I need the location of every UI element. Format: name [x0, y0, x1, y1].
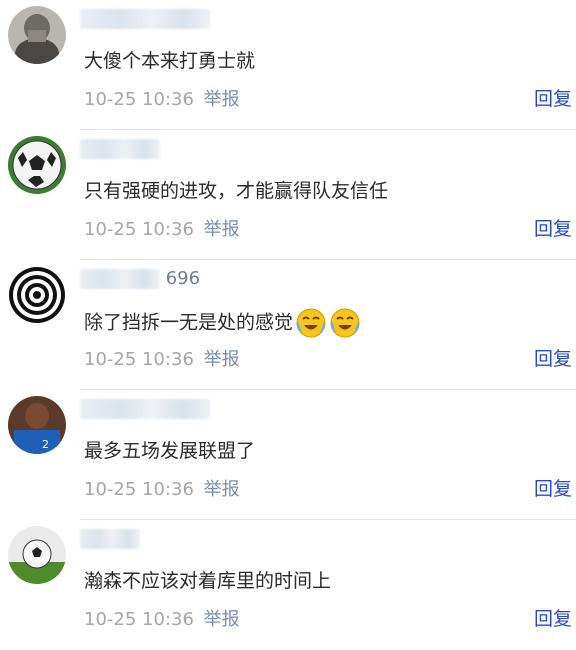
user-avatar[interactable] — [8, 136, 66, 194]
timestamp: 10-25 10:36 — [84, 349, 194, 370]
report-link[interactable]: 举报 — [204, 479, 240, 500]
reply-button[interactable]: 回复 — [534, 217, 572, 241]
username[interactable]: 696 — [80, 268, 200, 290]
comment-meta: 10-25 10:36 举报 — [84, 218, 240, 242]
crying-laughing-emoji-icon — [295, 307, 327, 339]
comment-text: 只有强硬的进攻，才能赢得队友信任 — [84, 180, 389, 202]
timestamp: 10-25 10:36 — [84, 479, 194, 500]
username[interactable] — [80, 8, 210, 30]
comment-item: 2 最多五场发展联盟了 10-25 10:36 举报 回复 — [0, 390, 576, 520]
user-avatar[interactable] — [8, 526, 66, 584]
report-link[interactable]: 举报 — [204, 609, 240, 630]
reply-button[interactable]: 回复 — [534, 607, 572, 631]
timestamp: 10-25 10:36 — [84, 219, 194, 240]
comment-text: 除了挡拆一无是处的感觉 — [84, 307, 361, 339]
svg-text:2: 2 — [42, 438, 49, 451]
comment-meta: 10-25 10:36 举报 — [84, 88, 240, 112]
username[interactable] — [80, 528, 140, 550]
reply-button[interactable]: 回复 — [534, 87, 572, 111]
comment-meta: 10-25 10:36 举报 — [84, 608, 240, 632]
comment-item: 只有强硬的进攻，才能赢得队友信任 10-25 10:36 举报 回复 — [0, 130, 576, 260]
comment-item: 瀚森不应该对着库里的时间上 10-25 10:36 举报 回复 — [0, 520, 576, 650]
user-avatar[interactable]: 2 — [8, 396, 66, 454]
crying-laughing-emoji-icon — [329, 307, 361, 339]
comment-text-body: 除了挡拆一无是处的感觉 — [84, 311, 294, 334]
comment-item: 696 除了挡拆一无是处的感觉 10-25 10:36 举报 回复 — [0, 260, 576, 390]
user-avatar[interactable] — [8, 266, 66, 324]
username[interactable] — [80, 138, 160, 160]
comment-meta: 10-25 10:36 举报 — [84, 348, 240, 372]
reply-button[interactable]: 回复 — [534, 347, 572, 371]
report-link[interactable]: 举报 — [204, 89, 240, 110]
user-avatar[interactable] — [8, 6, 66, 64]
report-link[interactable]: 举报 — [204, 349, 240, 370]
comment-item: 大傻个本来打勇士就 10-25 10:36 举报 回复 — [0, 0, 576, 130]
timestamp: 10-25 10:36 — [84, 89, 194, 110]
username[interactable] — [80, 398, 210, 420]
comment-text: 瀚森不应该对着库里的时间上 — [84, 570, 332, 592]
username-suffix: 696 — [165, 268, 201, 289]
reply-button[interactable]: 回复 — [534, 477, 572, 501]
report-link[interactable]: 举报 — [204, 219, 240, 240]
comment-text: 大傻个本来打勇士就 — [84, 50, 256, 72]
comment-meta: 10-25 10:36 举报 — [84, 478, 240, 502]
comment-text: 最多五场发展联盟了 — [84, 440, 256, 462]
timestamp: 10-25 10:36 — [84, 609, 194, 630]
